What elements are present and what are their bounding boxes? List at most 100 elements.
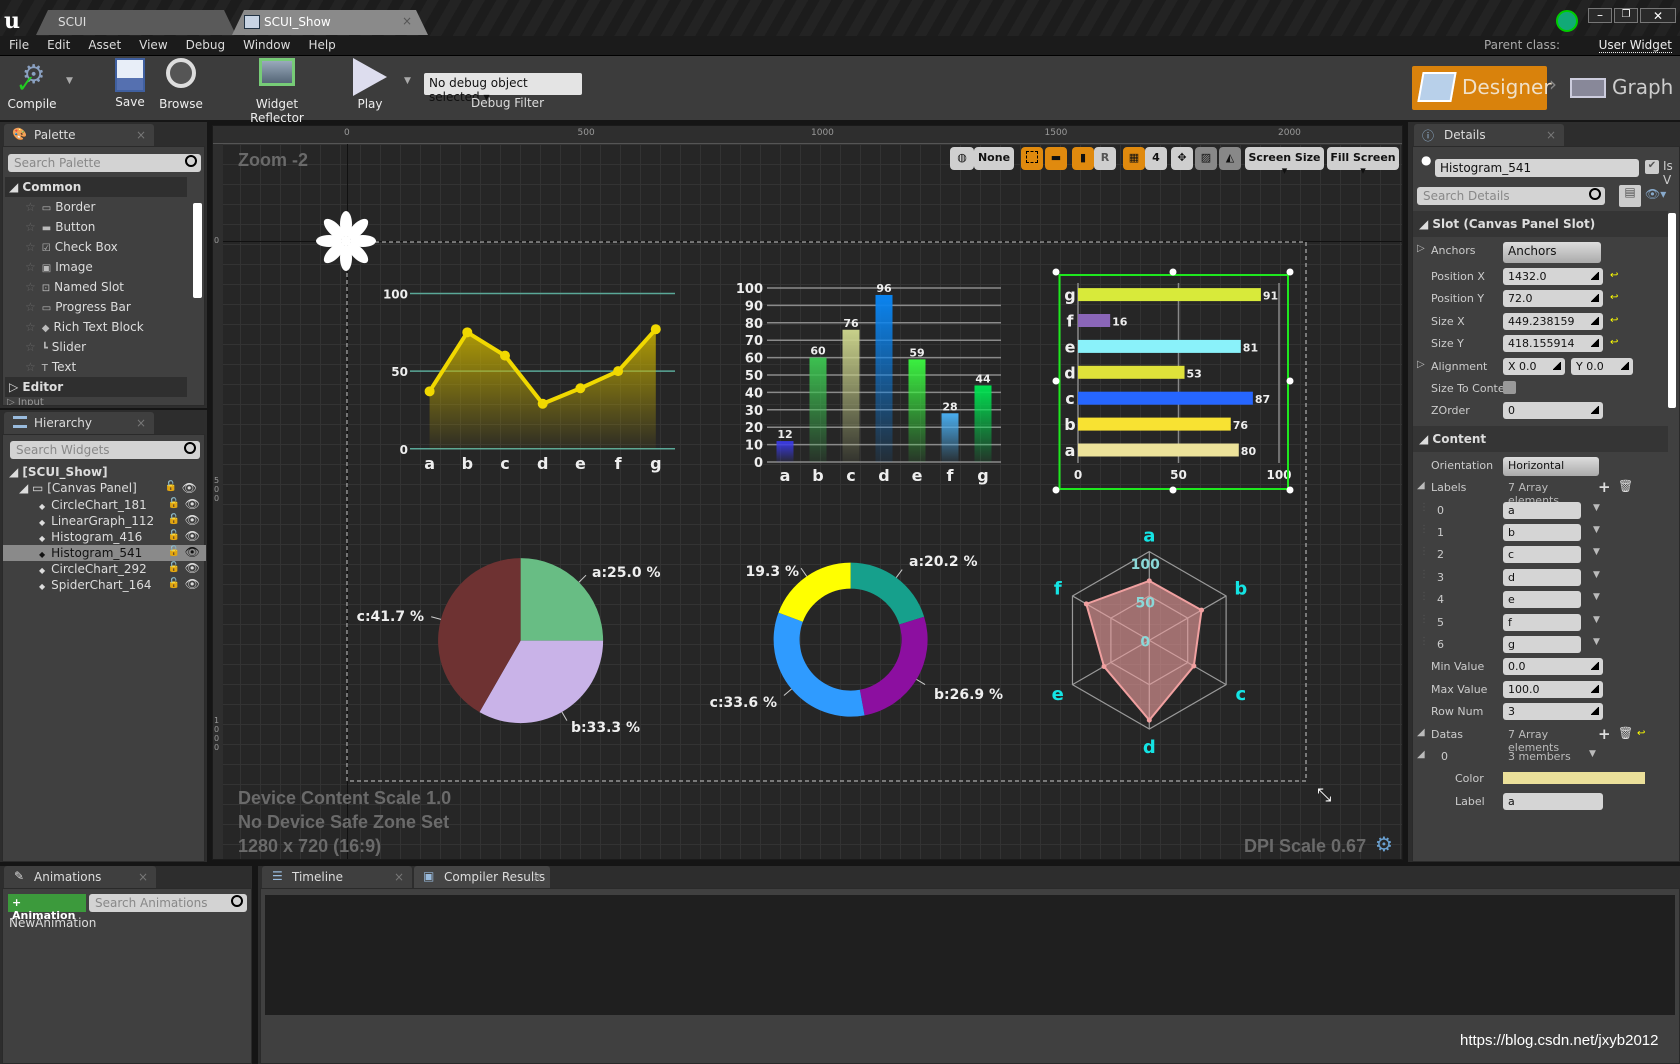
lock-icon[interactable]: 🔓 bbox=[168, 498, 180, 509]
anchors-input[interactable]: Anchors bbox=[1503, 242, 1601, 263]
resize-handle-icon[interactable]: ⤡ bbox=[1317, 785, 1331, 806]
browse-button[interactable]: Browse bbox=[156, 58, 206, 111]
lock-icon[interactable]: 🔓 bbox=[168, 562, 180, 573]
palette-item-button[interactable]: ☆ ▬ Button bbox=[3, 217, 188, 237]
palette-category-editor[interactable]: ▷ Editor bbox=[5, 377, 187, 397]
label-element-input[interactable]: a bbox=[1503, 501, 1581, 519]
close-tab-icon[interactable]: × bbox=[136, 128, 146, 142]
min-value-input[interactable]: 0.0 bbox=[1503, 658, 1603, 676]
label-element-input[interactable]: e bbox=[1503, 591, 1581, 609]
expand-arrow-icon[interactable]: ◢ bbox=[1417, 480, 1425, 491]
menu-edit[interactable]: Edit bbox=[38, 36, 79, 54]
drag-handle-icon[interactable]: ⋮ bbox=[1419, 614, 1429, 625]
favorite-star-icon[interactable]: ☆ bbox=[25, 360, 36, 374]
drag-handle-icon[interactable]: ⋮ bbox=[1419, 546, 1429, 557]
add-element-icon[interactable]: + bbox=[1598, 725, 1611, 743]
spin-drag-icon[interactable] bbox=[1621, 361, 1629, 370]
palette-category-common[interactable]: ◢ Common bbox=[5, 177, 187, 197]
details-tab[interactable]: ⓘ Details × bbox=[1414, 124, 1564, 146]
menu-window[interactable]: Window bbox=[234, 36, 299, 54]
designer-mode-button[interactable]: Designer bbox=[1412, 66, 1552, 110]
label-element-input[interactable]: c bbox=[1503, 546, 1581, 564]
hierarchy-search-input[interactable]: Search Widgets bbox=[10, 441, 200, 459]
orientation-input[interactable]: Horizontal bbox=[1503, 456, 1599, 476]
expand-arrow-icon[interactable]: ▷ bbox=[1417, 243, 1425, 254]
close-tab-icon[interactable]: × bbox=[1546, 128, 1556, 142]
visibility-filter-eye-icon[interactable]: 👁▾ bbox=[1645, 187, 1666, 201]
visibility-eye-icon[interactable]: 👁 bbox=[185, 545, 200, 559]
debug-object-select[interactable]: No debug object selected ▾ bbox=[424, 73, 582, 104]
visibility-eye-icon[interactable]: 👁 bbox=[185, 561, 200, 575]
size-y-input[interactable]: 418.155914 bbox=[1503, 335, 1603, 353]
minimize-button[interactable]: – bbox=[1588, 8, 1612, 23]
hierarchy-tab[interactable]: Hierarchy × bbox=[4, 412, 154, 434]
resize-handle[interactable] bbox=[1286, 377, 1294, 385]
resize-handle[interactable] bbox=[1169, 268, 1177, 276]
reset-to-default-icon[interactable]: ↩ bbox=[1610, 315, 1618, 326]
palette-category-input[interactable]: ▷ Input bbox=[7, 397, 44, 405]
resize-handle[interactable] bbox=[1052, 268, 1060, 276]
tree-root[interactable]: ◢ [SCUI_Show] bbox=[9, 465, 108, 479]
close-tab-icon[interactable]: × bbox=[402, 14, 412, 28]
alignment-input[interactable]: X 0.0 bbox=[1503, 357, 1565, 375]
favorite-star-icon[interactable]: ☆ bbox=[25, 200, 36, 214]
drag-handle-icon[interactable]: ⋮ bbox=[1419, 569, 1429, 580]
resize-handle[interactable] bbox=[1286, 486, 1294, 494]
palette-item-border[interactable]: ☆ ▭ Border bbox=[3, 197, 188, 217]
lock-icon[interactable]: 🔓 bbox=[168, 514, 180, 525]
favorite-star-icon[interactable]: ☆ bbox=[25, 220, 36, 234]
spin-drag-icon[interactable] bbox=[1591, 316, 1599, 325]
max-value-input[interactable]: 100.0 bbox=[1503, 680, 1603, 698]
widget-name-input[interactable]: Histogram_541 bbox=[1435, 159, 1639, 177]
spin-drag-icon[interactable] bbox=[1591, 294, 1599, 303]
play-button[interactable]: Play bbox=[346, 58, 394, 111]
save-button[interactable]: Save bbox=[110, 58, 150, 109]
label-element-input[interactable]: d bbox=[1503, 568, 1581, 586]
details-scrollbar[interactable] bbox=[1668, 213, 1676, 408]
favorite-star-icon[interactable]: ☆ bbox=[25, 340, 36, 354]
expand-arrow-icon[interactable]: ◢ bbox=[1417, 749, 1425, 760]
reset-to-default-icon[interactable]: ↩ bbox=[1610, 292, 1618, 303]
visibility-eye-icon[interactable]: 👁 bbox=[185, 513, 200, 527]
data-label-input[interactable]: a bbox=[1503, 792, 1603, 810]
spin-drag-icon[interactable] bbox=[1591, 684, 1599, 693]
compile-options-dropdown[interactable]: ▼ bbox=[66, 76, 73, 86]
lock-icon[interactable]: 🔓 bbox=[168, 578, 180, 589]
visibility-eye-icon[interactable]: 👁 bbox=[185, 497, 200, 511]
spin-drag-icon[interactable] bbox=[1591, 272, 1599, 280]
drag-handle-icon[interactable]: ⋮ bbox=[1419, 636, 1429, 647]
widget-reflector-button[interactable]: Widget Reflector bbox=[228, 58, 326, 125]
label-element-input[interactable]: f bbox=[1503, 613, 1581, 631]
palette-tab[interactable]: 🎨 Palette × bbox=[4, 124, 154, 146]
reset-to-default-icon[interactable]: ↩ bbox=[1610, 270, 1618, 281]
element-options-dropdown[interactable]: ▼ bbox=[1593, 547, 1600, 557]
graph-mode-button[interactable]: Graph bbox=[1568, 66, 1678, 110]
visibility-eye-icon[interactable]: 👁 bbox=[185, 577, 200, 591]
resize-handle[interactable] bbox=[1052, 486, 1060, 494]
label-element-input[interactable]: g bbox=[1503, 636, 1581, 653]
lock-icon[interactable]: 🔓 bbox=[165, 481, 177, 492]
reset-to-default-icon[interactable]: ↩ bbox=[1637, 728, 1645, 739]
element-options-dropdown[interactable]: ▼ bbox=[1589, 749, 1596, 759]
datas-element-input[interactable]: 3 members bbox=[1503, 748, 1613, 765]
spin-drag-icon[interactable] bbox=[1591, 662, 1599, 671]
element-options-dropdown[interactable]: ▼ bbox=[1593, 615, 1600, 625]
expand-arrow-icon[interactable]: ▷ bbox=[1417, 359, 1425, 370]
hierarchy-item[interactable]: ◆ Histogram_416 🔓 👁 bbox=[3, 529, 206, 545]
row-num-input[interactable]: 3 bbox=[1503, 703, 1603, 721]
menu-debug[interactable]: Debug bbox=[177, 36, 234, 54]
details-section-header[interactable]: ◢ Content bbox=[1413, 425, 1668, 452]
lock-icon[interactable]: 🔓 bbox=[168, 546, 180, 557]
favorite-star-icon[interactable]: ☆ bbox=[25, 260, 36, 274]
drag-handle-icon[interactable]: ⋮ bbox=[1419, 502, 1429, 513]
restore-button[interactable]: ❐ bbox=[1614, 8, 1638, 23]
menu-view[interactable]: View bbox=[130, 36, 176, 54]
compiler-results-tab[interactable]: ▣ Compiler Results × bbox=[414, 866, 550, 888]
parent-class-link[interactable]: User Widget bbox=[1598, 38, 1672, 53]
hierarchy-item[interactable]: ◆ Histogram_541 🔓 👁 bbox=[3, 545, 206, 561]
palette-item-check-box[interactable]: ☆ ☑ Check Box bbox=[3, 237, 188, 257]
close-tab-icon[interactable]: × bbox=[532, 870, 542, 884]
expand-arrow-icon[interactable]: ◢ bbox=[1417, 727, 1425, 738]
favorite-star-icon[interactable]: ☆ bbox=[25, 240, 36, 254]
favorite-star-icon[interactable]: ☆ bbox=[25, 320, 36, 334]
